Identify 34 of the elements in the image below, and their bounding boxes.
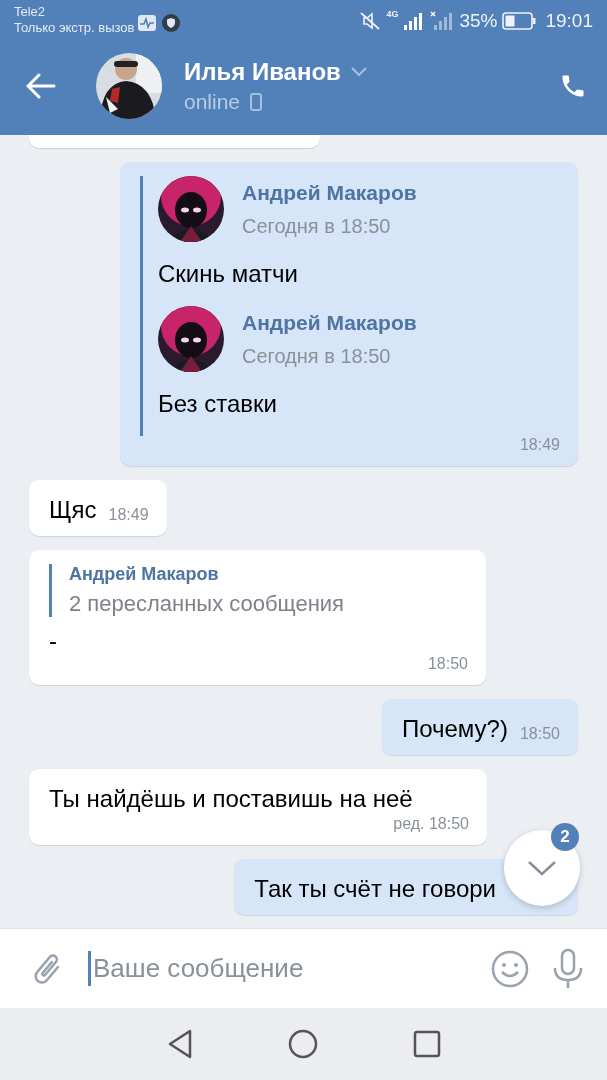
author-name[interactable]: Андрей Макаров	[242, 180, 417, 205]
message-time: 18:49	[108, 506, 149, 525]
author-name[interactable]: Андрей Макаров	[69, 564, 468, 585]
message-time: 18:50	[427, 655, 468, 674]
battery-percent: 35%	[459, 10, 498, 32]
shield-icon	[162, 14, 181, 32]
message-time: ред. 18:50	[393, 815, 469, 834]
chevron-down-icon	[527, 860, 557, 876]
carrier-name: Tele2	[14, 4, 47, 20]
message-text: Без ставки	[158, 390, 278, 418]
contact-name[interactable]: Илья Иванов	[184, 57, 341, 86]
activity-icon	[138, 15, 157, 31]
network-type: 4G	[386, 10, 399, 19]
chevron-down-icon[interactable]	[350, 66, 367, 77]
author-name[interactable]: Андрей Макаров	[242, 310, 417, 335]
phone-device-icon	[250, 92, 263, 111]
message-time: 18:50	[519, 725, 560, 744]
unread-badge: 2	[551, 823, 579, 851]
carrier-note: Только экстр. вызов	[14, 20, 135, 36]
message-date: Сегодня в 18:50	[242, 344, 392, 368]
forward-summary[interactable]: 2 пересланных сообщения	[69, 591, 468, 617]
message-text: Ты найдёшь и поставишь на неё	[49, 784, 413, 814]
message-text: Так ты счёт не говори	[254, 874, 496, 904]
battery-icon	[502, 12, 537, 30]
message-time: 18:49	[519, 436, 560, 455]
message-date: Сегодня в 18:50	[242, 214, 392, 238]
clock: 19:01	[545, 10, 593, 32]
online-status: online	[184, 89, 241, 114]
signal-icon	[430, 11, 455, 31]
message-text: -	[49, 627, 57, 654]
message-text: Скинь матчи	[158, 260, 299, 288]
message-text: Щяс	[49, 495, 97, 525]
message-text: Почему?)	[401, 714, 508, 744]
mute-icon	[359, 11, 382, 31]
